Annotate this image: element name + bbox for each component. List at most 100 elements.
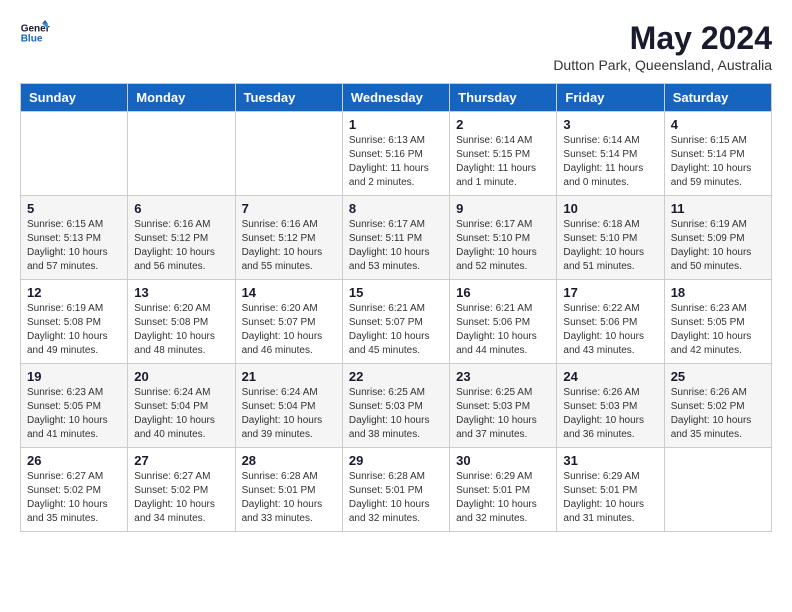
- day-info: Sunrise: 6:25 AMSunset: 5:03 PMDaylight:…: [456, 386, 550, 442]
- day-info: Sunrise: 6:20 AMSunset: 5:07 PMDaylight:…: [242, 302, 336, 358]
- calendar-cell: 6Sunrise: 6:16 AMSunset: 5:12 PMDaylight…: [128, 196, 235, 280]
- day-number: 13: [134, 285, 228, 300]
- day-header-thursday: Thursday: [450, 84, 557, 112]
- day-number: 28: [242, 453, 336, 468]
- calendar-cell: 3 Sunrise: 6:14 AMSunset: 5:14 PMDaylight…: [557, 112, 664, 196]
- calendar-body: 1Sunrise: 6:13 AMSunset: 5:16 PMDaylight…: [21, 112, 772, 532]
- calendar-cell: 25Sunrise: 6:26 AMSunset: 5:02 PMDayligh…: [664, 364, 771, 448]
- calendar-cell: [235, 112, 342, 196]
- day-info: Sunrise: 6:27 AMSunset: 5:02 PMDaylight:…: [27, 470, 121, 526]
- day-number: 20: [134, 369, 228, 384]
- day-info: Sunrise: 6:23 AMSunset: 5:05 PMDaylight:…: [27, 386, 121, 442]
- day-number: 12: [27, 285, 121, 300]
- calendar-cell: 14 Sunrise: 6:20 AMSunset: 5:07 PMDayligh…: [235, 280, 342, 364]
- day-number: 15: [349, 285, 443, 300]
- day-info: Sunrise: 6:24 AMSunset: 5:04 PMDaylight:…: [242, 386, 336, 442]
- day-info: Sunrise: 6:14 AMSunset: 5:14 PMDaylight:…: [563, 134, 657, 190]
- day-info: Sunrise: 6:13 AMSunset: 5:16 PMDaylight:…: [349, 134, 443, 190]
- location: Dutton Park, Queensland, Australia: [553, 57, 772, 73]
- calendar-cell: 27 Sunrise: 6:27 AMSunset: 5:02 PMDayligh…: [128, 448, 235, 532]
- day-number: 5: [27, 201, 121, 216]
- month-year: May 2024: [553, 20, 772, 57]
- day-header-sunday: Sunday: [21, 84, 128, 112]
- calendar-cell: 18 Sunrise: 6:23 AMSunset: 5:05 PMDayligh…: [664, 280, 771, 364]
- calendar-cell: 1Sunrise: 6:13 AMSunset: 5:16 PMDaylight…: [342, 112, 449, 196]
- calendar-week-1: 1Sunrise: 6:13 AMSunset: 5:16 PMDaylight…: [21, 112, 772, 196]
- day-number: 17: [563, 285, 657, 300]
- calendar-cell: [128, 112, 235, 196]
- day-info: Sunrise: 6:16 AMSunset: 5:12 PMDaylight:…: [242, 218, 336, 274]
- day-info: Sunrise: 6:15 AMSunset: 5:13 PMDaylight:…: [27, 218, 121, 274]
- calendar-cell: 26 Sunrise: 6:27 AMSunset: 5:02 PMDayligh…: [21, 448, 128, 532]
- calendar-week-3: 12 Sunrise: 6:19 AMSunset: 5:08 PMDayligh…: [21, 280, 772, 364]
- day-info: Sunrise: 6:14 AMSunset: 5:15 PMDaylight:…: [456, 134, 550, 190]
- day-header-friday: Friday: [557, 84, 664, 112]
- day-info: Sunrise: 6:20 AMSunset: 5:08 PMDaylight:…: [134, 302, 228, 358]
- day-info: Sunrise: 6:29 AMSunset: 5:01 PMDaylight:…: [563, 470, 657, 526]
- logo: General Blue: [20, 20, 50, 45]
- svg-text:Blue: Blue: [21, 33, 43, 44]
- calendar-header-row: SundayMondayTuesdayWednesdayThursdayFrid…: [21, 84, 772, 112]
- day-info: Sunrise: 6:17 AMSunset: 5:10 PMDaylight:…: [456, 218, 550, 274]
- day-info: Sunrise: 6:23 AMSunset: 5:05 PMDaylight:…: [671, 302, 765, 358]
- day-info: Sunrise: 6:22 AMSunset: 5:06 PMDaylight:…: [563, 302, 657, 358]
- calendar-cell: 29Sunrise: 6:28 AMSunset: 5:01 PMDayligh…: [342, 448, 449, 532]
- day-number: 18: [671, 285, 765, 300]
- calendar-cell: 19Sunrise: 6:23 AMSunset: 5:05 PMDayligh…: [21, 364, 128, 448]
- day-info: Sunrise: 6:26 AMSunset: 5:03 PMDaylight:…: [563, 386, 657, 442]
- calendar-cell: 13 Sunrise: 6:20 AMSunset: 5:08 PMDayligh…: [128, 280, 235, 364]
- calendar-cell: [21, 112, 128, 196]
- calendar-week-2: 5 Sunrise: 6:15 AMSunset: 5:13 PMDaylight…: [21, 196, 772, 280]
- day-number: 22: [349, 369, 443, 384]
- calendar-cell: 4 Sunrise: 6:15 AMSunset: 5:14 PMDaylight…: [664, 112, 771, 196]
- day-info: Sunrise: 6:25 AMSunset: 5:03 PMDaylight:…: [349, 386, 443, 442]
- calendar-cell: 12 Sunrise: 6:19 AMSunset: 5:08 PMDayligh…: [21, 280, 128, 364]
- calendar-cell: 30Sunrise: 6:29 AMSunset: 5:01 PMDayligh…: [450, 448, 557, 532]
- day-info: Sunrise: 6:28 AMSunset: 5:01 PMDaylight:…: [349, 470, 443, 526]
- header: General Blue May 2024 Dutton Park, Queen…: [20, 20, 772, 73]
- day-number: 30: [456, 453, 550, 468]
- day-info: Sunrise: 6:15 AMSunset: 5:14 PMDaylight:…: [671, 134, 765, 190]
- calendar-cell: [664, 448, 771, 532]
- day-header-tuesday: Tuesday: [235, 84, 342, 112]
- day-number: 4: [671, 117, 765, 132]
- calendar-cell: 15Sunrise: 6:21 AMSunset: 5:07 PMDayligh…: [342, 280, 449, 364]
- calendar-cell: 17 Sunrise: 6:22 AMSunset: 5:06 PMDayligh…: [557, 280, 664, 364]
- calendar-cell: 5 Sunrise: 6:15 AMSunset: 5:13 PMDaylight…: [21, 196, 128, 280]
- day-info: Sunrise: 6:19 AMSunset: 5:09 PMDaylight:…: [671, 218, 765, 274]
- day-header-monday: Monday: [128, 84, 235, 112]
- calendar-cell: 9Sunrise: 6:17 AMSunset: 5:10 PMDaylight…: [450, 196, 557, 280]
- day-number: 26: [27, 453, 121, 468]
- calendar-cell: 22 Sunrise: 6:25 AMSunset: 5:03 PMDayligh…: [342, 364, 449, 448]
- day-number: 14: [242, 285, 336, 300]
- day-number: 3: [563, 117, 657, 132]
- day-number: 27: [134, 453, 228, 468]
- calendar-cell: 31 Sunrise: 6:29 AMSunset: 5:01 PMDayligh…: [557, 448, 664, 532]
- calendar-cell: 10Sunrise: 6:18 AMSunset: 5:10 PMDayligh…: [557, 196, 664, 280]
- day-number: 31: [563, 453, 657, 468]
- day-info: Sunrise: 6:26 AMSunset: 5:02 PMDaylight:…: [671, 386, 765, 442]
- day-info: Sunrise: 6:19 AMSunset: 5:08 PMDaylight:…: [27, 302, 121, 358]
- day-number: 8: [349, 201, 443, 216]
- calendar-cell: 7 Sunrise: 6:16 AMSunset: 5:12 PMDaylight…: [235, 196, 342, 280]
- calendar-cell: 28Sunrise: 6:28 AMSunset: 5:01 PMDayligh…: [235, 448, 342, 532]
- calendar-cell: 11 Sunrise: 6:19 AMSunset: 5:09 PMDayligh…: [664, 196, 771, 280]
- calendar-table: SundayMondayTuesdayWednesdayThursdayFrid…: [20, 83, 772, 532]
- calendar-cell: 2Sunrise: 6:14 AMSunset: 5:15 PMDaylight…: [450, 112, 557, 196]
- day-header-wednesday: Wednesday: [342, 84, 449, 112]
- logo-icon: General Blue: [20, 20, 50, 45]
- calendar-cell: 23Sunrise: 6:25 AMSunset: 5:03 PMDayligh…: [450, 364, 557, 448]
- day-info: Sunrise: 6:18 AMSunset: 5:10 PMDaylight:…: [563, 218, 657, 274]
- day-header-saturday: Saturday: [664, 84, 771, 112]
- day-info: Sunrise: 6:17 AMSunset: 5:11 PMDaylight:…: [349, 218, 443, 274]
- calendar-cell: 16Sunrise: 6:21 AMSunset: 5:06 PMDayligh…: [450, 280, 557, 364]
- day-info: Sunrise: 6:24 AMSunset: 5:04 PMDaylight:…: [134, 386, 228, 442]
- day-number: 11: [671, 201, 765, 216]
- day-number: 7: [242, 201, 336, 216]
- day-number: 16: [456, 285, 550, 300]
- day-number: 21: [242, 369, 336, 384]
- calendar-week-4: 19Sunrise: 6:23 AMSunset: 5:05 PMDayligh…: [21, 364, 772, 448]
- calendar-cell: 8 Sunrise: 6:17 AMSunset: 5:11 PMDaylight…: [342, 196, 449, 280]
- day-info: Sunrise: 6:27 AMSunset: 5:02 PMDaylight:…: [134, 470, 228, 526]
- calendar-cell: 24Sunrise: 6:26 AMSunset: 5:03 PMDayligh…: [557, 364, 664, 448]
